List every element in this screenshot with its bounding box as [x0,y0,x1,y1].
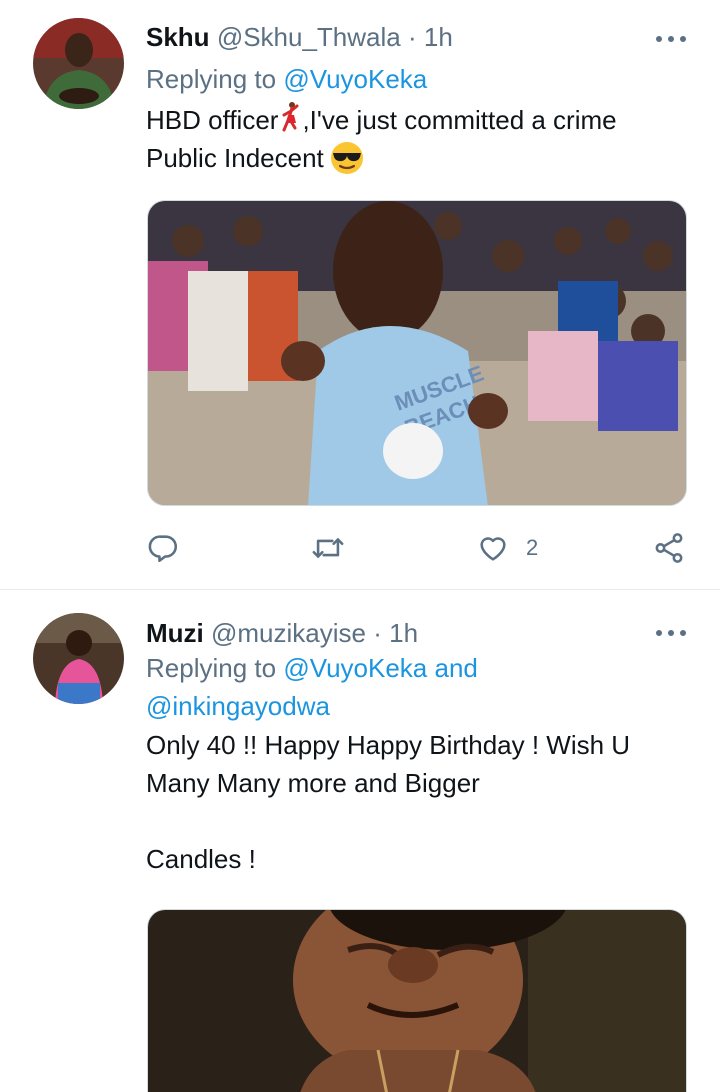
avatar[interactable] [33,613,124,704]
replying-to: Replying to @VuyoKeka [146,60,427,98]
mention-link[interactable]: @inkingayodwa [146,691,330,721]
tweet-skhu[interactable]: Skhu @Skhu_Thwala · 1h Replying to @Vuyo… [0,0,720,590]
tweet-photo[interactable]: MUSCLE BEACH [147,200,687,506]
text-part: HBD officer [146,105,279,135]
avatar[interactable] [33,18,124,109]
text-line: Only 40 !! Happy Happy Birthday ! Wish U [146,730,631,760]
tweet-text: Only 40 !! Happy Happy Birthday ! Wish U… [146,726,696,878]
tweet-muzi[interactable]: Muzi @muzikayise · 1h Replying to @VuyoK… [0,591,720,1092]
replying-prefix: Replying to [146,64,277,94]
reply-button[interactable] [146,528,180,568]
retweet-icon [312,538,344,558]
tweet-text: HBD officer ,I've just committed a crime … [146,101,696,177]
dancer-emoji-icon [280,101,300,133]
separator-dot: · [373,618,382,648]
tweet-photo[interactable] [147,909,687,1092]
like-button[interactable]: 2 [476,528,538,568]
timestamp[interactable]: 1h [424,22,453,52]
text-line: Public Indecent [146,143,324,173]
tweet-header: Skhu @Skhu_Thwala · 1h [146,24,453,50]
user-handle[interactable]: @muzikayise [211,618,366,648]
replying-and[interactable]: and [435,653,478,683]
more-icon[interactable] [656,34,686,44]
separator-dot: · [407,22,417,52]
heart-icon [480,537,506,561]
reply-icon [148,535,178,563]
more-icon[interactable] [656,628,686,638]
replying-to: Replying to @VuyoKeka and @inkingayodwa [146,649,686,725]
display-name[interactable]: Skhu [146,22,210,52]
user-handle[interactable]: @Skhu_Thwala [217,22,401,52]
timestamp[interactable]: 1h [389,618,418,648]
sunglasses-emoji-icon [330,141,364,175]
share-icon [655,533,683,563]
retweet-button[interactable] [311,528,345,568]
display-name[interactable]: Muzi [146,618,204,648]
text-line: Candles ! [146,844,256,874]
tweet-actions: 2 [146,528,691,568]
share-button[interactable] [652,528,686,568]
replying-prefix: Replying to [146,653,277,683]
text-part: ,I've just committed a crime [302,105,617,135]
mention-link[interactable]: @VuyoKeka [283,64,427,94]
tweet-header: Muzi @muzikayise · 1h [146,620,418,646]
like-count: 2 [526,535,539,560]
mention-link[interactable]: @VuyoKeka [283,653,427,683]
text-line: Many Many more and Bigger [146,768,480,798]
